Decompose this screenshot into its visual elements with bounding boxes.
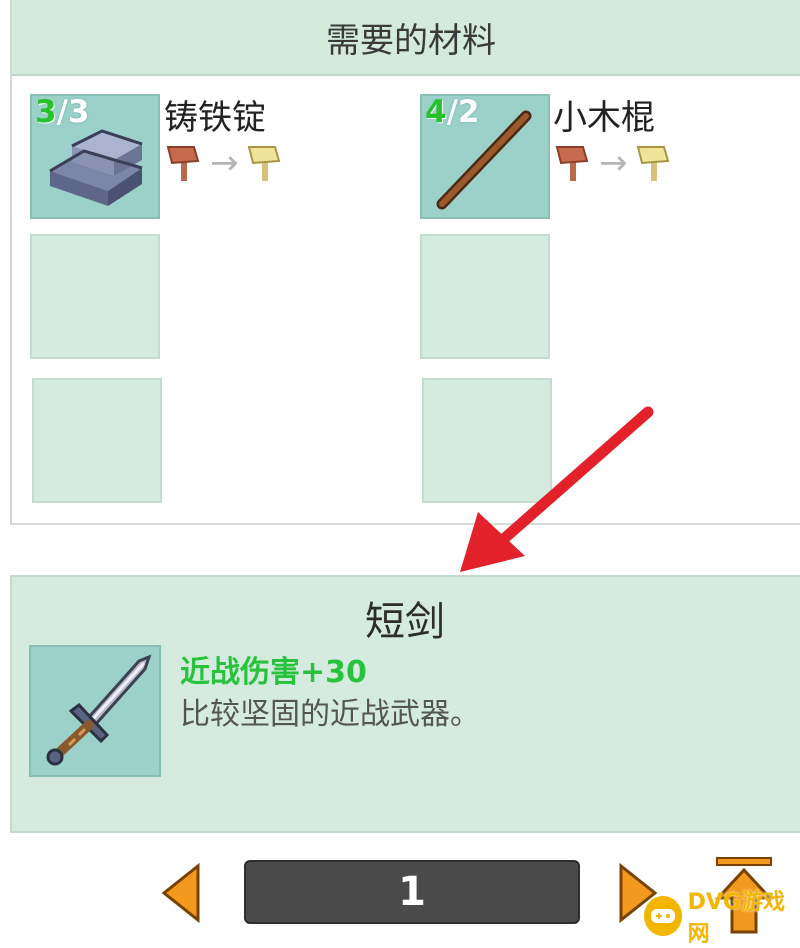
previous-page-button[interactable] <box>160 862 202 924</box>
upgrade-arrow: → <box>210 143 239 183</box>
watermark: DVG游戏网 <box>644 888 800 947</box>
materials-panel: 需要的材料 3/3 铸铁锭 → 4/2 小木棍 → <box>10 0 800 525</box>
material-name-wooden-stick: 小木棍 <box>553 98 655 138</box>
material-slot-wooden-stick[interactable]: 4/2 <box>420 94 550 219</box>
material-slot-empty <box>422 378 552 503</box>
short-sword-icon <box>46 654 152 766</box>
gold-axe-icon <box>636 146 669 181</box>
upgrade-arrow: → <box>599 143 628 183</box>
watermark-text: DVG游戏网 <box>687 889 786 947</box>
result-panel: 短剑 近战伤害+30 比较坚固的近战武器。 <box>10 575 800 833</box>
iron-ingot-quantity: 3/3 <box>35 94 90 130</box>
copper-axe-icon <box>555 146 589 181</box>
result-item-slot[interactable] <box>29 645 161 777</box>
result-item-name: 短剑 <box>365 599 445 645</box>
result-description: 比较坚固的近战武器。 <box>180 697 480 732</box>
material-slot-empty <box>32 378 162 503</box>
material-slot-empty <box>420 234 550 359</box>
gamepad-icon <box>644 895 682 936</box>
tool-upgrade-row: → <box>553 143 674 183</box>
result-stat: 近战伤害+30 <box>180 655 367 690</box>
wooden-stick-quantity: 4/2 <box>425 94 480 130</box>
materials-header: 需要的材料 <box>12 0 800 76</box>
gold-axe-icon <box>247 146 280 181</box>
tool-upgrade-row: → <box>164 143 285 183</box>
copper-axe-icon <box>166 146 200 181</box>
material-slot-iron-ingot[interactable]: 3/3 <box>30 94 160 219</box>
page-number: 1 <box>398 869 426 915</box>
material-slot-empty <box>30 234 160 359</box>
page-number-display: 1 <box>244 860 580 924</box>
material-name-iron-ingot: 铸铁锭 <box>164 98 266 138</box>
